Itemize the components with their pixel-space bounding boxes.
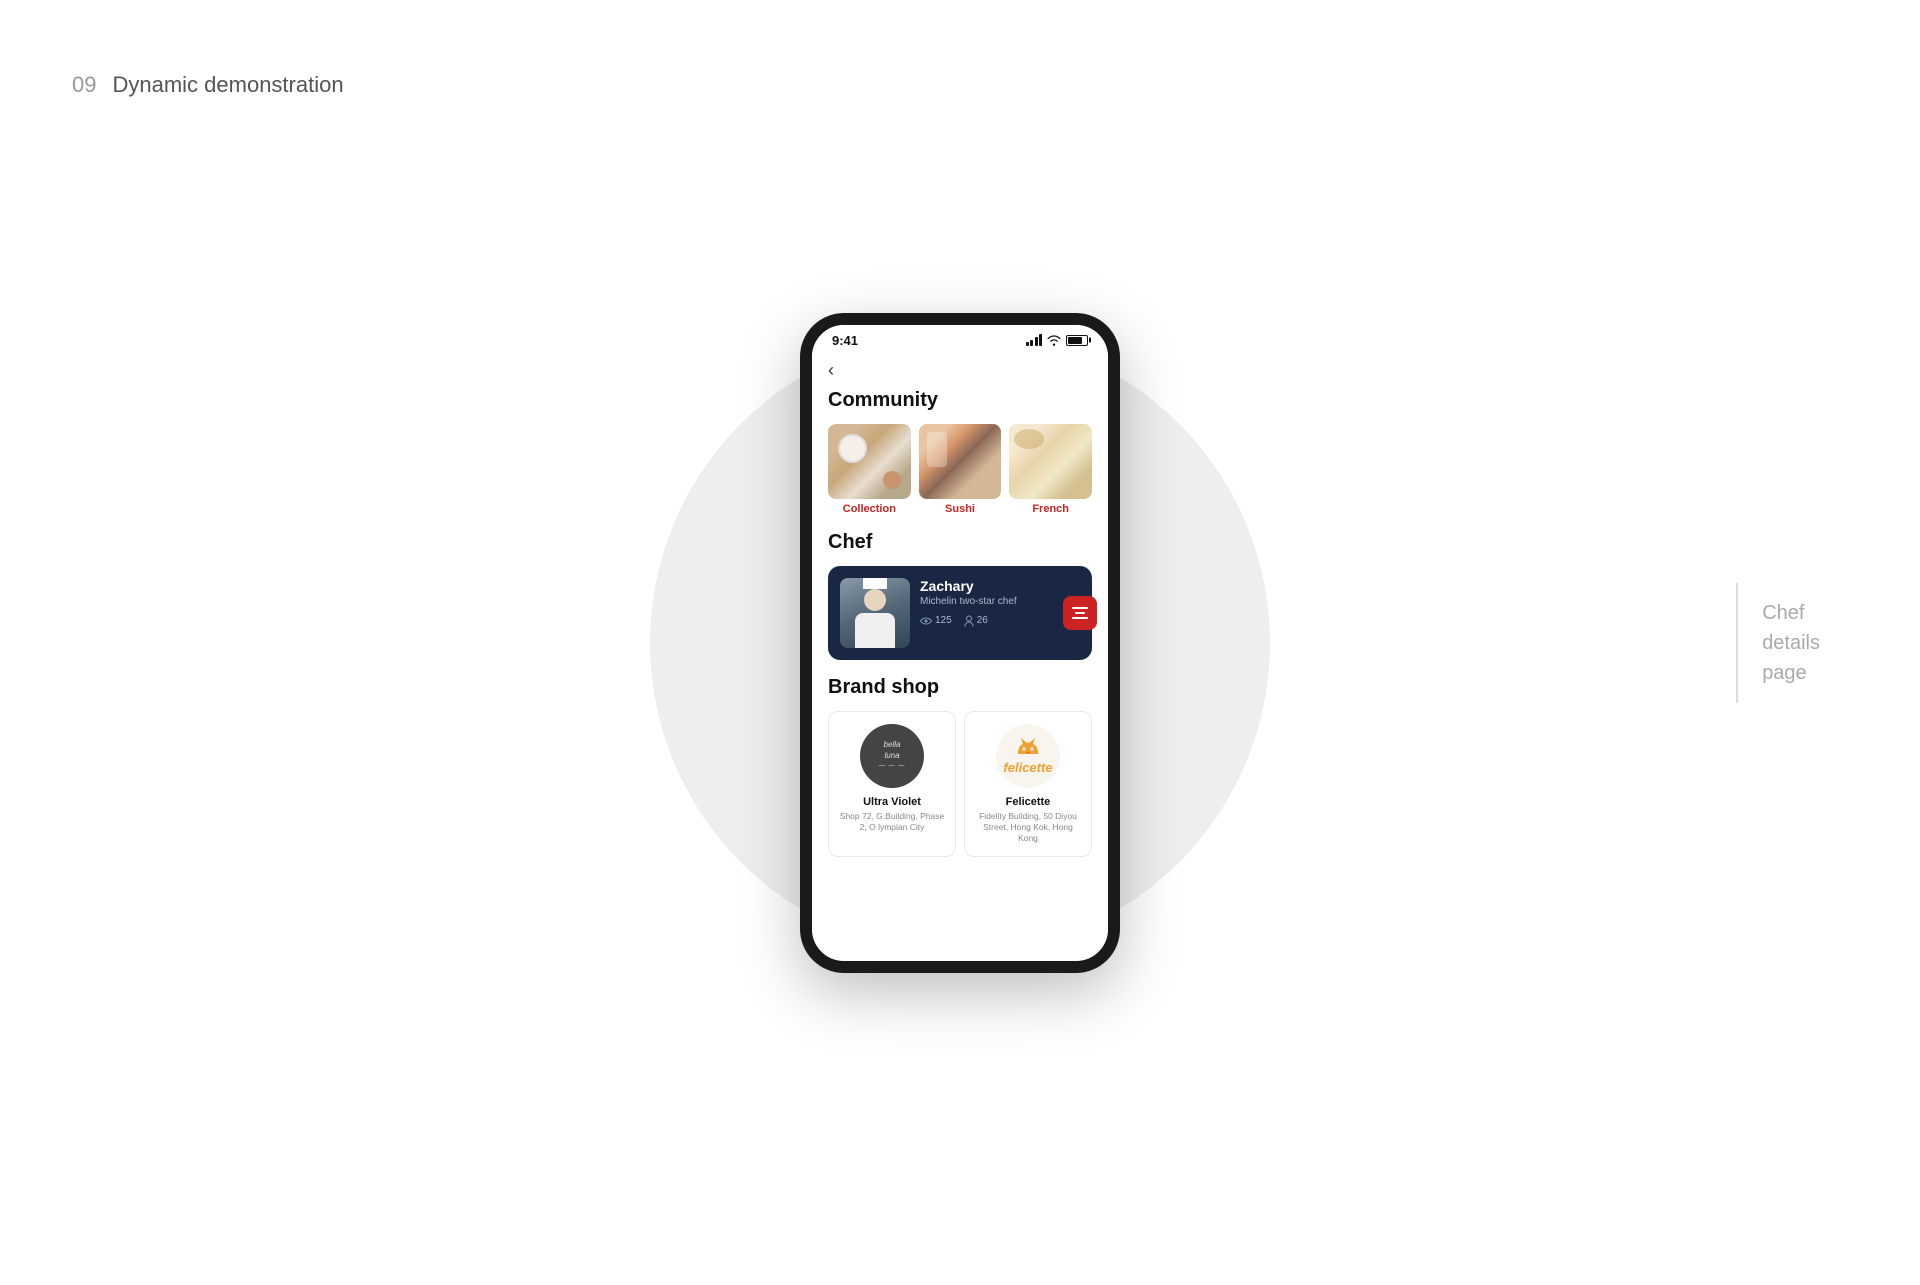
community-title: Community (828, 389, 1092, 412)
sushi-image (919, 424, 1002, 499)
chef-followers-stat: 26 (964, 615, 988, 627)
wifi-icon (1047, 335, 1061, 346)
chef-card[interactable]: Zachary Michelin two-star chef 125 (828, 566, 1092, 660)
chef-views-stat: 125 (920, 615, 952, 627)
ultraviolet-logo-text: bellaluna— — — (879, 740, 905, 771)
felicette-name: Felicette (1006, 796, 1051, 808)
sushi-label: Sushi (919, 503, 1002, 515)
chef-figure (855, 578, 895, 648)
brand-card-ultraviolet[interactable]: bellaluna— — — Ultra Violet Shop 72, G.B… (828, 711, 956, 857)
french-image (1009, 424, 1092, 499)
community-item-french[interactable]: French (1009, 424, 1092, 515)
chef-menu-button[interactable] (1063, 596, 1097, 630)
ultraviolet-name: Ultra Violet (863, 796, 921, 808)
collection-image (828, 424, 911, 499)
status-bar: 9:41 (812, 325, 1108, 352)
right-label-text: Chef details page (1762, 598, 1820, 688)
status-icons (1026, 334, 1089, 346)
chef-head (864, 589, 886, 611)
chef-title: Chef (828, 531, 1092, 554)
chef-description: Michelin two-star chef (920, 596, 1080, 607)
back-chevron-icon: ‹ (828, 360, 834, 380)
chef-photo (840, 578, 910, 648)
ultraviolet-logo: bellaluna— — — (860, 724, 924, 788)
back-button[interactable]: ‹ (812, 352, 1108, 385)
page-label: 09 Dynamic demonstration (72, 72, 344, 98)
eye-icon (920, 617, 932, 625)
chef-body (855, 613, 895, 648)
community-grid: Collection Sushi French (828, 424, 1092, 515)
phone-content[interactable]: ‹ Community Collection Sushi (812, 352, 1108, 956)
chef-followers-count: 26 (977, 615, 988, 626)
brand-shop-section: Brand shop bellaluna— — — Ultra Violet S… (812, 672, 1108, 869)
community-section: Community Collection Sushi French (812, 385, 1108, 527)
brand-shop-title: Brand shop (828, 676, 1092, 699)
felicette-address: Fidelity Building, 50 Diyou Street, Hong… (973, 811, 1083, 844)
felicette-text: felicette (1003, 760, 1052, 775)
signal-icon (1026, 334, 1043, 346)
chef-stats: 125 26 (920, 615, 1080, 627)
cat-icon (1013, 736, 1043, 758)
right-divider (1736, 583, 1738, 703)
ultraviolet-address: Shop 72, G.Building, Phase 2, O lympian … (837, 811, 947, 833)
page-title: Dynamic demonstration (112, 72, 343, 98)
status-time: 9:41 (832, 333, 858, 348)
menu-line-1 (1072, 607, 1088, 609)
person-icon (964, 615, 974, 627)
battery-icon (1066, 335, 1088, 346)
chef-views-count: 125 (935, 615, 952, 626)
chef-info: Zachary Michelin two-star chef 125 (920, 578, 1080, 627)
felicette-logo: felicette (996, 724, 1060, 788)
menu-line-3 (1072, 617, 1088, 619)
community-item-collection[interactable]: Collection (828, 424, 911, 515)
brand-card-felicette[interactable]: felicette Felicette Fidelity Building, 5… (964, 711, 1092, 857)
page-number: 09 (72, 72, 96, 98)
chef-name: Zachary (920, 578, 1080, 594)
community-item-sushi[interactable]: Sushi (919, 424, 1002, 515)
chef-section: Chef Zachary Michelin two-star chef (812, 527, 1108, 672)
chef-hat (863, 578, 887, 589)
right-label: Chef details page (1736, 583, 1820, 703)
phone-mockup: 9:41 (800, 313, 1120, 973)
menu-line-2 (1075, 612, 1085, 614)
brand-grid: bellaluna— — — Ultra Violet Shop 72, G.B… (828, 711, 1092, 857)
phone-container: 9:41 (800, 313, 1120, 973)
collection-label: Collection (828, 503, 911, 515)
french-label: French (1009, 503, 1092, 515)
